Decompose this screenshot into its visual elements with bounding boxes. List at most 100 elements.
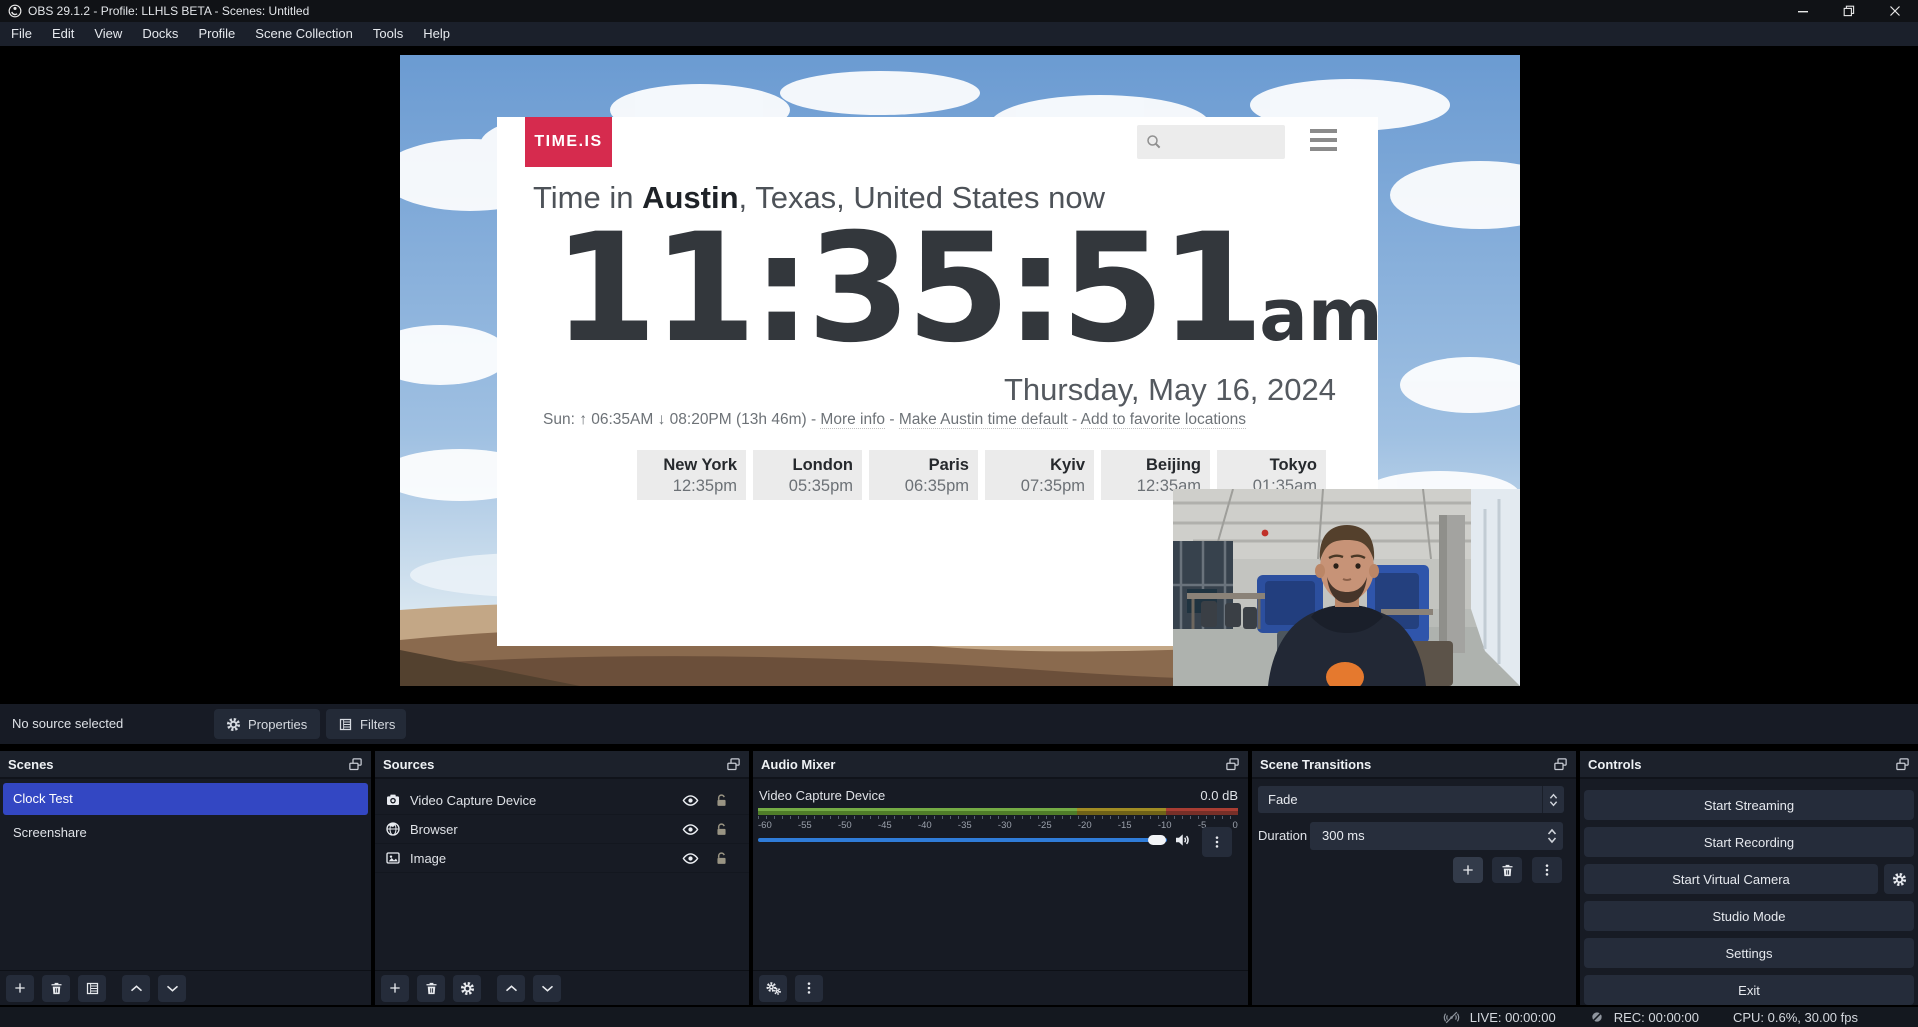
lock-icon[interactable]	[714, 851, 729, 866]
add-favorite-link[interactable]: Add to favorite locations	[1081, 411, 1246, 429]
image-icon	[385, 850, 401, 866]
chevron-up-down-icon[interactable]	[1542, 786, 1564, 813]
transition-options-button[interactable]	[1532, 857, 1562, 883]
source-row-image[interactable]: Image	[375, 844, 749, 873]
sources-toolbar	[375, 970, 749, 1005]
menu-item[interactable]: View	[84, 22, 132, 46]
camera-icon	[385, 792, 401, 808]
source-properties-button[interactable]	[453, 975, 481, 1002]
scene-item-screenshare[interactable]: Screenshare	[3, 817, 368, 849]
db-tick-label: -20	[1078, 820, 1092, 831]
settings-button[interactable]: Settings	[1584, 938, 1914, 968]
popout-icon[interactable]	[1225, 757, 1240, 772]
scenes-header[interactable]: Scenes	[0, 751, 371, 779]
source-row-browser[interactable]: Browser	[375, 815, 749, 844]
add-source-button[interactable]	[381, 975, 409, 1002]
start-virtual-camera-button[interactable]: Start Virtual Camera	[1584, 864, 1878, 894]
menu-item[interactable]: Help	[413, 22, 460, 46]
meter-tick-marks	[758, 816, 1238, 819]
webcam-video-source[interactable]	[1173, 489, 1520, 686]
filters-button[interactable]: Filters	[326, 709, 406, 739]
move-source-down-button[interactable]	[533, 975, 561, 1002]
lock-icon[interactable]	[714, 793, 729, 808]
mixer-menu-button[interactable]	[795, 975, 823, 1002]
selection-toolbar: No source selected Properties Filters	[0, 704, 1918, 744]
mixer-toolbar	[753, 970, 1248, 1005]
filter-icon	[338, 717, 353, 732]
visibility-eye-icon[interactable]	[682, 792, 699, 809]
duration-spinbox[interactable]: 300 ms	[1310, 822, 1563, 850]
timeis-search-box[interactable]	[1137, 125, 1285, 159]
meter-tick-labels: -60-55-50-45-40-35-30-25-20-15-10-50	[758, 820, 1238, 831]
advanced-audio-button[interactable]	[759, 975, 787, 1002]
popout-icon[interactable]	[1553, 757, 1568, 772]
transitions-header[interactable]: Scene Transitions	[1252, 751, 1576, 779]
volume-slider-handle[interactable]	[1148, 835, 1166, 845]
db-tick-label: -40	[918, 820, 932, 831]
audio-mixer-header[interactable]: Audio Mixer	[753, 751, 1248, 779]
controls-header[interactable]: Controls	[1580, 751, 1918, 779]
add-transition-button[interactable]	[1453, 857, 1483, 883]
visibility-eye-icon[interactable]	[682, 850, 699, 867]
city-tile[interactable]: London 05:35pm	[753, 450, 862, 500]
menu-item[interactable]: Edit	[42, 22, 84, 46]
status-bar: LIVE: 00:00:00 REC: 00:00:00 CPU: 0.6%, …	[0, 1007, 1918, 1027]
db-tick-label: -55	[798, 820, 812, 831]
remove-source-button[interactable]	[417, 975, 445, 1002]
city-time: 07:35pm	[985, 477, 1085, 496]
source-row-video-capture[interactable]: Video Capture Device	[375, 786, 749, 815]
timeis-logo[interactable]: TIME.IS	[525, 117, 612, 167]
menu-item[interactable]: File	[1, 22, 42, 46]
lock-icon[interactable]	[714, 822, 729, 837]
start-streaming-button[interactable]: Start Streaming	[1584, 790, 1914, 820]
remove-transition-button[interactable]	[1492, 857, 1522, 883]
scenes-panel: Scenes Clock Test Screenshare	[0, 751, 371, 1005]
move-scene-up-button[interactable]	[122, 975, 150, 1002]
spinner-arrows-icon[interactable]	[1547, 822, 1557, 850]
minimize-button[interactable]	[1780, 0, 1826, 22]
volume-meter	[758, 808, 1238, 815]
db-tick-label: -15	[1118, 820, 1132, 831]
sources-header[interactable]: Sources	[375, 751, 749, 779]
db-tick-label: -50	[838, 820, 852, 831]
move-scene-down-button[interactable]	[158, 975, 186, 1002]
globe-icon	[385, 821, 401, 837]
scene-filters-button[interactable]	[78, 975, 106, 1002]
move-source-up-button[interactable]	[497, 975, 525, 1002]
popout-icon[interactable]	[726, 757, 741, 772]
remove-scene-button[interactable]	[42, 975, 70, 1002]
restore-button[interactable]	[1826, 0, 1872, 22]
more-info-link[interactable]: More info	[820, 411, 885, 429]
visibility-eye-icon[interactable]	[682, 821, 699, 838]
program-canvas[interactable]: TIME.IS Time in Austin, Texas, United St…	[400, 55, 1520, 686]
mixer-options-button[interactable]	[1202, 827, 1232, 857]
city-time: 05:35pm	[753, 477, 853, 496]
hamburger-menu-icon[interactable]	[1310, 129, 1337, 151]
exit-button[interactable]: Exit	[1584, 975, 1914, 1005]
city-tile[interactable]: New York 12:35pm	[637, 450, 746, 500]
city-name: London	[753, 456, 853, 475]
studio-mode-button[interactable]: Studio Mode	[1584, 901, 1914, 931]
make-default-link[interactable]: Make Austin time default	[899, 411, 1068, 429]
menu-item[interactable]: Profile	[188, 22, 245, 46]
city-tile[interactable]: Paris 06:35pm	[869, 450, 978, 500]
transition-select[interactable]: Fade	[1258, 786, 1564, 813]
city-tile[interactable]: Kyiv 07:35pm	[985, 450, 1094, 500]
db-tick-label: 0	[1233, 820, 1238, 831]
scene-item-clock-test[interactable]: Clock Test	[3, 783, 368, 815]
menu-item[interactable]: Docks	[132, 22, 188, 46]
close-button[interactable]	[1872, 0, 1918, 22]
properties-button[interactable]: Properties	[214, 709, 320, 739]
popout-icon[interactable]	[348, 757, 363, 772]
current-date: Thursday, May 16, 2024	[1004, 372, 1336, 408]
popout-icon[interactable]	[1895, 757, 1910, 772]
start-recording-button[interactable]: Start Recording	[1584, 827, 1914, 857]
speaker-icon[interactable]	[1173, 831, 1191, 849]
record-disabled-icon	[1590, 1010, 1604, 1024]
menu-item[interactable]: Scene Collection	[245, 22, 363, 46]
virtual-camera-settings-button[interactable]	[1884, 864, 1914, 894]
controls-panel: Controls Start Streaming Start Recording…	[1580, 751, 1918, 1005]
volume-slider[interactable]	[758, 838, 1167, 842]
add-scene-button[interactable]	[6, 975, 34, 1002]
menu-item[interactable]: Tools	[363, 22, 413, 46]
